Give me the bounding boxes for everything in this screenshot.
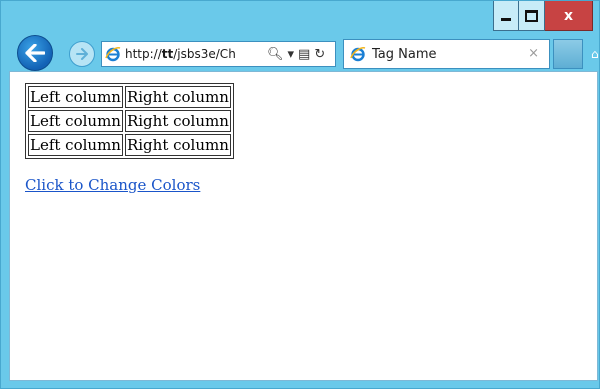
forward-arrow-icon [76,48,88,60]
address-bar[interactable]: http://tt/jsbs3e/Ch 🔍︎ ▾ ▤ ↻ [101,41,336,67]
minimize-icon [501,18,511,21]
table-row: Left column Right column [28,110,231,132]
change-colors-link[interactable]: Click to Change Colors [25,176,200,194]
tab-title: Tag Name [372,46,437,62]
page-content: Left column Right column Left column Rig… [9,71,598,381]
url-host: tt [161,47,174,61]
new-tab-button[interactable] [553,39,583,69]
minimize-button[interactable] [493,1,519,31]
table-cell-left: Left column [28,134,123,156]
table-row: Left column Right column [28,134,231,156]
search-icon[interactable]: 🔍︎ [267,47,284,62]
close-icon: x [563,7,574,24]
maximize-button[interactable] [519,1,545,31]
back-arrow-icon [25,44,45,62]
tab-close-icon[interactable]: × [528,46,539,61]
ie-logo-icon [105,47,121,62]
tab-tag-name[interactable]: Tag Name × [343,39,550,69]
compatibility-view-icon[interactable]: ▤ [298,47,310,62]
refresh-icon[interactable]: ↻ [314,47,325,62]
navigation-bar: http://tt/jsbs3e/Ch 🔍︎ ▾ ▤ ↻ Tag Name × … [1,31,600,71]
url-path: /jsbs3e/Ch [173,47,236,61]
home-icon[interactable]: ⌂ [591,47,599,61]
address-url[interactable]: http://tt/jsbs3e/Ch [125,47,263,61]
ie-logo-icon [350,47,366,62]
table-cell-right: Right column [124,110,231,132]
table-cell-left: Left column [28,110,123,132]
dropdown-icon[interactable]: ▾ [288,47,295,62]
table-cell-left: Left column [28,86,123,108]
back-button[interactable] [17,35,53,71]
content-table: Left column Right column Left column Rig… [25,83,234,159]
table-cell-right: Right column [124,86,231,108]
table-row: Left column Right column [28,86,231,108]
forward-button[interactable] [69,41,95,67]
browser-window: x http://tt/jsbs3e/Ch 🔍︎ ▾ ▤ ↻ Tag Name … [0,0,600,389]
caption-buttons: x [493,1,593,31]
close-button[interactable]: x [545,1,593,31]
url-scheme: http:// [125,47,162,61]
maximize-icon [525,9,538,22]
table-cell-right: Right column [124,134,231,156]
